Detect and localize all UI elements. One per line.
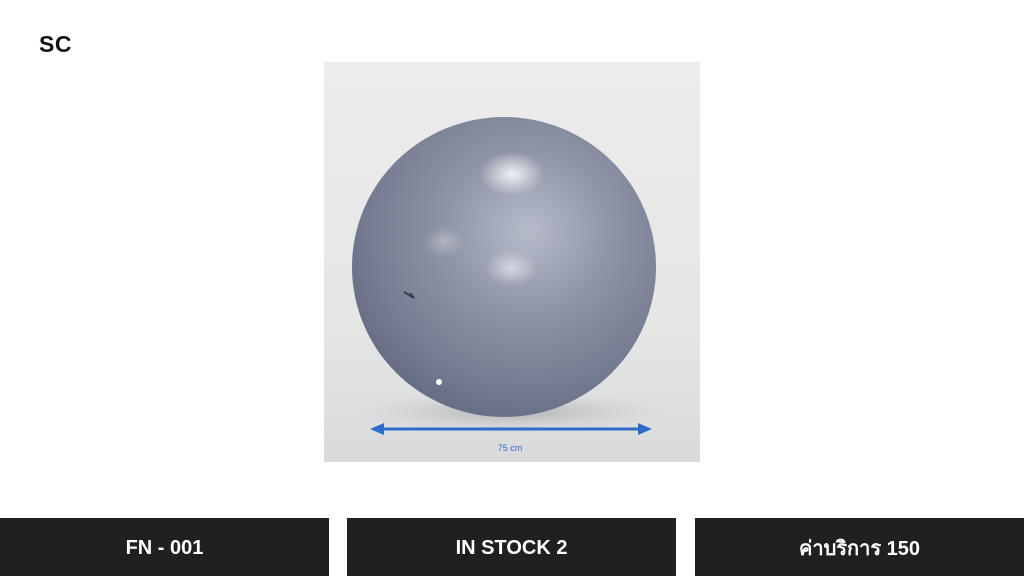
service-price: ค่าบริการ 150 <box>798 538 921 560</box>
product-image: 75 cm <box>324 62 700 462</box>
price-panel: ค่าบริการ 150 <box>695 518 1024 576</box>
exercise-ball-illustration: 75 cm <box>324 62 700 462</box>
product-code: FN - 001 <box>125 536 204 559</box>
stock-panel: IN STOCK 2 <box>347 518 676 576</box>
ball-highlight-left <box>424 226 464 258</box>
ball-highlight-mid <box>485 250 537 286</box>
measurement-label: 75 cm <box>498 443 523 453</box>
ball-valve <box>436 379 442 385</box>
ball-highlight-top <box>480 152 544 196</box>
brand-logo: SC <box>39 31 72 57</box>
stock-status: IN STOCK 2 <box>455 536 568 559</box>
product-code-panel: FN - 001 <box>0 518 329 576</box>
